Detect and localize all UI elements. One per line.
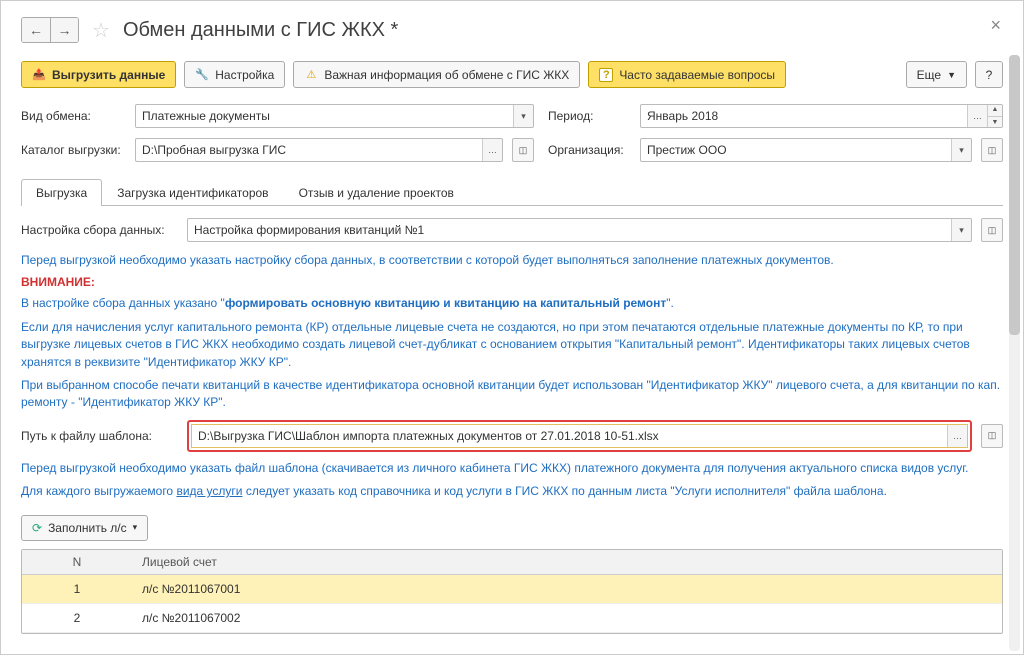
title-bar: ← → ☆ Обмен данными с ГИС ЖКХ * bbox=[21, 17, 1003, 43]
info-p1a: В настройке сбора данных указано " bbox=[21, 296, 225, 310]
settings-label: Настройка bbox=[215, 68, 274, 82]
wrench-icon: 🔧 bbox=[195, 68, 209, 82]
table-row[interactable]: 1 л/с №2011067001 bbox=[22, 575, 1002, 604]
info-p3: При выбранном способе печати квитанций в… bbox=[21, 377, 1003, 412]
tab-label: Отзыв и удаление проектов bbox=[299, 186, 454, 200]
warning-icon: ⚠ bbox=[304, 68, 318, 82]
catalog-input[interactable]: D:\Пробная выгрузка ГИС … bbox=[135, 138, 503, 162]
collect-settings-row: Настройка сбора данных: Настройка формир… bbox=[21, 218, 1003, 242]
faq-button[interactable]: ? Часто задаваемые вопросы bbox=[588, 61, 786, 88]
col-n: N bbox=[22, 550, 132, 574]
ellipsis-button[interactable]: … bbox=[482, 139, 502, 161]
nav-back-button[interactable]: ← bbox=[22, 18, 50, 42]
period-label: Период: bbox=[548, 109, 634, 123]
help-button[interactable]: ? bbox=[975, 61, 1003, 88]
tab-recall[interactable]: Отзыв и удаление проектов bbox=[284, 179, 469, 206]
org-select[interactable]: Престиж ООО ▾ bbox=[640, 138, 972, 162]
info-services-b: следует указать код справочника и код ус… bbox=[243, 484, 887, 498]
template-path-highlight: D:\Выгрузка ГИС\Шаблон импорта платежных… bbox=[187, 420, 972, 452]
spinner-down-icon[interactable]: ▼ bbox=[988, 116, 1002, 129]
info-before-export: Перед выгрузкой необходимо указать настр… bbox=[21, 252, 1003, 269]
open-external-button[interactable]: ◫ bbox=[981, 424, 1003, 448]
tab-label: Выгрузка bbox=[36, 186, 87, 200]
collect-value: Настройка формирования квитанций №1 bbox=[188, 223, 951, 237]
exchange-type-select[interactable]: Платежные документы ▾ bbox=[135, 104, 534, 128]
info-p1c: ". bbox=[666, 296, 674, 310]
period-spinner[interactable]: ▲ ▼ bbox=[987, 104, 1002, 128]
org-value: Престиж ООО bbox=[641, 143, 951, 157]
ellipsis-button[interactable]: … bbox=[967, 105, 987, 127]
export-label: Выгрузить данные bbox=[52, 68, 165, 82]
form-top: Вид обмена: Платежные документы ▾ Катало… bbox=[21, 104, 1003, 172]
cell-n: 2 bbox=[22, 604, 132, 632]
period-value: Январь 2018 bbox=[641, 109, 967, 123]
toolbar: 📤 Выгрузить данные 🔧 Настройка ⚠ Важная … bbox=[21, 61, 1003, 88]
cell-n: 1 bbox=[22, 575, 132, 603]
info-p1b: формировать основную квитанцию и квитанц… bbox=[225, 296, 666, 310]
more-button[interactable]: Еще ▼ bbox=[906, 61, 967, 88]
tab-load-ids[interactable]: Загрузка идентификаторов bbox=[102, 179, 283, 206]
template-label: Путь к файлу шаблона: bbox=[21, 429, 181, 443]
settings-button[interactable]: 🔧 Настройка bbox=[184, 61, 285, 88]
dropdown-icon[interactable]: ▾ bbox=[951, 139, 971, 161]
info-p2: Если для начисления услуг капитального р… bbox=[21, 319, 1003, 371]
export-button[interactable]: 📤 Выгрузить данные bbox=[21, 61, 176, 88]
open-external-button[interactable]: ◫ bbox=[512, 138, 534, 162]
dropdown-icon[interactable]: ▾ bbox=[513, 105, 533, 127]
chevron-down-icon: ▼ bbox=[947, 70, 956, 80]
info-services: Для каждого выгружаемого вида услуги сле… bbox=[21, 483, 1003, 500]
nav-arrows: ← → bbox=[21, 17, 79, 43]
fill-accounts-button[interactable]: ⟳ Заполнить л/с ▾ bbox=[21, 515, 148, 541]
period-input[interactable]: Январь 2018 … ▲ ▼ bbox=[640, 104, 1003, 128]
col-account: Лицевой счет bbox=[132, 550, 1002, 574]
tab-export[interactable]: Выгрузка bbox=[21, 179, 102, 206]
org-label: Организация: bbox=[548, 143, 634, 157]
service-type-link[interactable]: вида услуги bbox=[176, 484, 242, 498]
fill-label: Заполнить л/с bbox=[48, 521, 127, 535]
ellipsis-button[interactable]: … bbox=[947, 425, 967, 447]
nav-forward-button[interactable]: → bbox=[50, 18, 78, 42]
tab-label: Загрузка идентификаторов bbox=[117, 186, 268, 200]
info-p1: В настройке сбора данных указано "формир… bbox=[21, 295, 1003, 312]
chevron-down-icon: ▾ bbox=[133, 522, 138, 533]
table-header: N Лицевой счет bbox=[22, 550, 1002, 575]
question-icon: ? bbox=[599, 68, 613, 82]
info-services-a: Для каждого выгружаемого bbox=[21, 484, 176, 498]
refresh-icon: ⟳ bbox=[32, 521, 42, 535]
dropdown-icon[interactable]: ▾ bbox=[951, 219, 971, 241]
accounts-table: N Лицевой счет 1 л/с №2011067001 2 л/с №… bbox=[21, 549, 1003, 634]
template-value: D:\Выгрузка ГИС\Шаблон импорта платежных… bbox=[192, 429, 947, 443]
favorite-star-icon[interactable]: ☆ bbox=[92, 18, 110, 43]
cell-account: л/с №2011067001 bbox=[132, 575, 1002, 603]
export-icon: 📤 bbox=[32, 68, 46, 82]
cell-account: л/с №2011067002 bbox=[132, 604, 1002, 632]
attention-label: ВНИМАНИЕ: bbox=[21, 275, 1003, 289]
scroll-thumb[interactable] bbox=[1009, 55, 1020, 335]
template-row: Путь к файлу шаблона: D:\Выгрузка ГИС\Ша… bbox=[21, 420, 1003, 452]
page-title: Обмен данными с ГИС ЖКХ * bbox=[123, 19, 398, 42]
app-window: ← → ☆ Обмен данными с ГИС ЖКХ * × 📤 Выгр… bbox=[0, 0, 1024, 655]
vertical-scrollbar[interactable] bbox=[1009, 55, 1020, 651]
close-button[interactable]: × bbox=[990, 15, 1001, 36]
important-label: Важная информация об обмене с ГИС ЖКХ bbox=[324, 68, 569, 82]
collect-label: Настройка сбора данных: bbox=[21, 223, 181, 237]
collect-select[interactable]: Настройка формирования квитанций №1 ▾ bbox=[187, 218, 972, 242]
open-external-button[interactable]: ◫ bbox=[981, 138, 1003, 162]
more-label: Еще bbox=[917, 68, 941, 82]
faq-label: Часто задаваемые вопросы bbox=[619, 68, 775, 82]
spinner-up-icon[interactable]: ▲ bbox=[988, 104, 1002, 116]
template-input[interactable]: D:\Выгрузка ГИС\Шаблон импорта платежных… bbox=[191, 424, 968, 448]
exchange-type-label: Вид обмена: bbox=[21, 109, 129, 123]
catalog-value: D:\Пробная выгрузка ГИС bbox=[136, 143, 482, 157]
table-row[interactable]: 2 л/с №2011067002 bbox=[22, 604, 1002, 633]
catalog-label: Каталог выгрузки: bbox=[21, 143, 129, 157]
help-label: ? bbox=[986, 68, 993, 82]
tabs: Выгрузка Загрузка идентификаторов Отзыв … bbox=[21, 178, 1003, 206]
info-after-template: Перед выгрузкой необходимо указать файл … bbox=[21, 460, 1003, 477]
important-info-button[interactable]: ⚠ Важная информация об обмене с ГИС ЖКХ bbox=[293, 61, 580, 88]
open-external-button[interactable]: ◫ bbox=[981, 218, 1003, 242]
exchange-type-value: Платежные документы bbox=[136, 109, 513, 123]
